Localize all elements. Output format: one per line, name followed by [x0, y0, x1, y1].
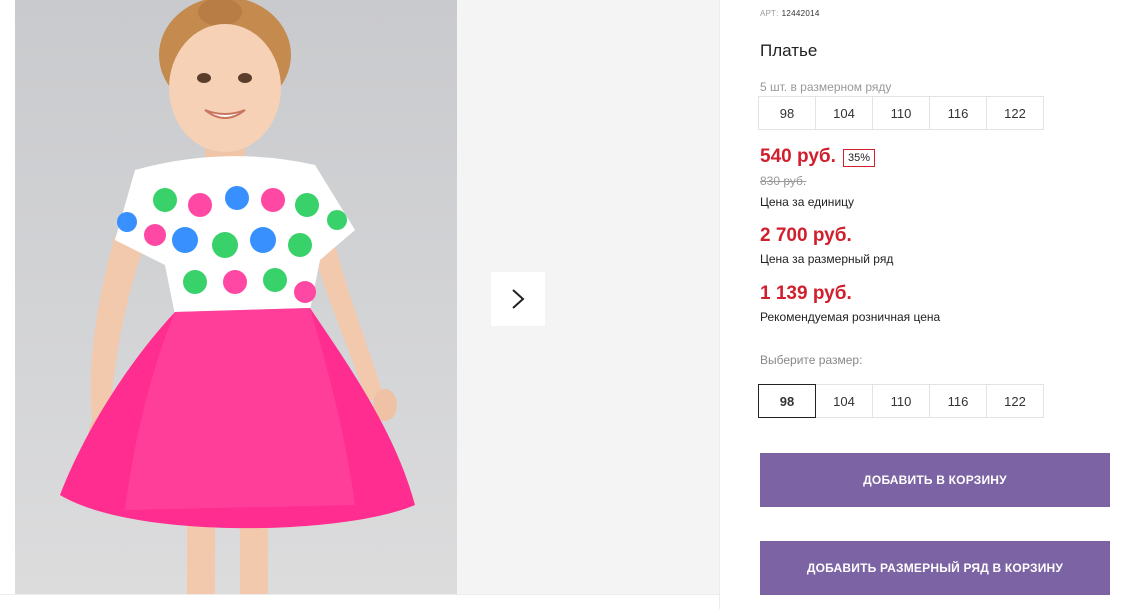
product-info: АРТ: 12442014 Платье 5 шт. в размерном ря…	[758, 0, 1121, 609]
discount-badge: 35%	[843, 149, 876, 167]
product-title: Платье	[760, 41, 818, 60]
sku-value: 12442014	[781, 9, 820, 18]
girl-in-dress-illustration	[60, 0, 415, 594]
pack-size-cell: 122	[986, 96, 1044, 130]
pack-size-cell: 104	[815, 96, 873, 130]
chevron-right-icon	[512, 289, 525, 309]
size-option[interactable]: 116	[929, 384, 987, 418]
product-page: АРТ: 12442014 Платье 5 шт. в размерном ря…	[0, 0, 1121, 609]
size-option[interactable]: 104	[815, 384, 873, 418]
divider	[0, 594, 720, 595]
old-price: 830 руб.	[760, 174, 807, 188]
size-option[interactable]: 122	[986, 384, 1044, 418]
pack-size-cell: 110	[872, 96, 930, 130]
sku: АРТ: 12442014	[760, 9, 820, 18]
add-to-cart-button[interactable]: ДОБАВИТЬ В КОРЗИНУ	[760, 453, 1110, 507]
pack-sizes: 98 104 110 116 122	[758, 96, 1044, 130]
pack-price-label: Цена за размерный ряд	[760, 252, 894, 266]
choose-size-label: Выберите размер:	[760, 353, 863, 367]
unit-price: 540 руб.	[760, 146, 836, 167]
size-option[interactable]: 110	[872, 384, 930, 418]
pack-size-label: 5 шт. в размерном ряду	[760, 80, 892, 94]
add-pack-to-cart-button[interactable]: ДОБАВИТЬ РАЗМЕРНЫЙ РЯД В КОРЗИНУ	[760, 541, 1110, 595]
retail-price-label: Рекомендуемая розничная цена	[760, 310, 941, 324]
retail-price: 1 139 руб.	[760, 283, 852, 304]
pack-size-cell: 98	[758, 96, 816, 130]
unit-price-label: Цена за единицу	[760, 195, 855, 209]
size-option-selected[interactable]: 98	[758, 384, 816, 418]
pack-size-cell: 116	[929, 96, 987, 130]
gallery-next-button[interactable]	[491, 272, 545, 326]
pack-price: 2 700 руб.	[760, 225, 852, 246]
divider	[719, 0, 720, 609]
product-gallery	[0, 0, 720, 609]
product-photo	[15, 0, 457, 594]
size-selector: 98 104 110 116 122	[758, 384, 1044, 418]
sku-label: АРТ:	[760, 9, 779, 18]
